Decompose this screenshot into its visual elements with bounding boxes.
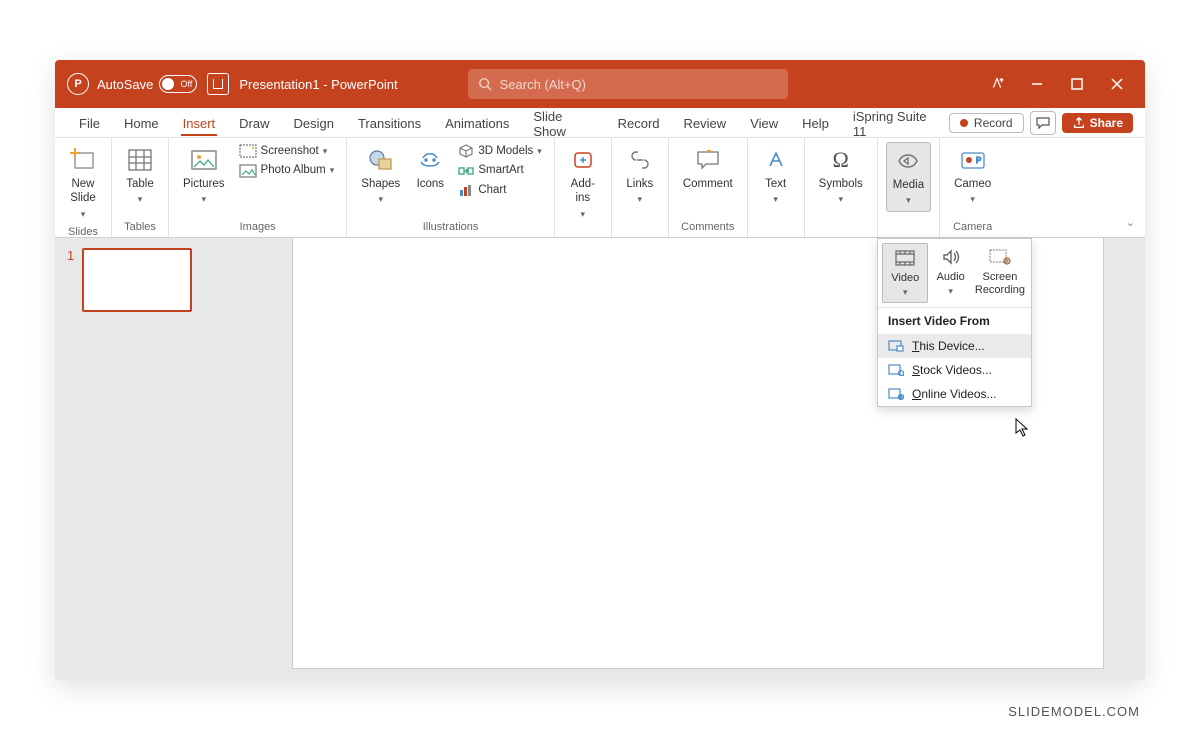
tab-slideshow[interactable]: Slide Show — [521, 103, 605, 143]
stock-videos-item[interactable]: Stock Videos... — [878, 358, 1031, 382]
icons-button[interactable]: Icons — [410, 142, 450, 195]
new-slide-button[interactable]: New Slide▾ — [63, 142, 103, 224]
group-tables: Table▾ Tables — [112, 138, 169, 237]
group-symbols: Ω Symbols▾ — [805, 138, 878, 237]
share-button[interactable]: Share — [1062, 113, 1133, 133]
comments-pane-button[interactable] — [1030, 111, 1056, 135]
collapse-ribbon-button[interactable]: ⌄ — [1126, 216, 1135, 229]
save-button[interactable] — [207, 73, 229, 95]
autosave-label: AutoSave — [97, 77, 153, 92]
minimize-button[interactable] — [1019, 66, 1055, 102]
maximize-button[interactable] — [1059, 66, 1095, 102]
tab-ispring[interactable]: iSpring Suite 11 — [841, 103, 949, 143]
photo-album-button[interactable]: Photo Album ▾ — [235, 161, 339, 179]
group-media: Media▾ — [878, 138, 940, 237]
pictures-button[interactable]: Pictures▾ — [177, 142, 231, 210]
group-slides: New Slide▾ Slides — [55, 138, 112, 237]
slide-thumbnails-pane[interactable]: 1 — [55, 238, 250, 680]
video-menu-button[interactable]: Video▾ — [882, 243, 928, 303]
close-button[interactable] — [1099, 66, 1135, 102]
ribbon-insert: New Slide▾ Slides Table▾ Tables Pictures… — [55, 138, 1145, 238]
media-dropdown: Video▾ Audio▾ Screen Recording Insert Vi… — [877, 238, 1032, 407]
comment-button[interactable]: Comment — [677, 142, 739, 195]
tab-view[interactable]: View — [738, 110, 790, 135]
smartart-button[interactable]: SmartArt — [454, 161, 546, 179]
powerpoint-window: P AutoSave Off Presentation1 - PowerPoin… — [55, 60, 1145, 680]
watermark: SLIDEMODEL.COM — [1008, 704, 1140, 719]
slide-thumbnail-1[interactable] — [82, 248, 192, 312]
tab-file[interactable]: File — [67, 110, 112, 135]
symbols-button[interactable]: Ω Symbols▾ — [813, 142, 869, 210]
screenshot-button[interactable]: Screenshot ▾ — [235, 142, 339, 160]
cameo-button[interactable]: P Cameo▾ — [948, 142, 997, 210]
tab-transitions[interactable]: Transitions — [346, 110, 433, 135]
search-placeholder: Search (Alt+Q) — [500, 77, 586, 92]
ribbon-tabs: File Home Insert Draw Design Transitions… — [55, 108, 1145, 138]
chart-button[interactable]: Chart — [454, 181, 546, 199]
audio-menu-button[interactable]: Audio▾ — [928, 243, 972, 303]
stock-icon — [888, 363, 904, 377]
text-button[interactable]: Text▾ — [756, 142, 796, 210]
record-button[interactable]: Record — [949, 113, 1024, 133]
svg-text:P: P — [976, 156, 981, 165]
media-button[interactable]: Media▾ — [886, 142, 931, 212]
group-comments: Comment Comments — [669, 138, 748, 237]
this-device-item[interactable]: This Device... — [878, 334, 1031, 358]
tab-design[interactable]: Design — [282, 110, 346, 135]
group-addins: Add- ins▾ — [555, 138, 612, 237]
tab-help[interactable]: Help — [790, 110, 841, 135]
autosave-switch[interactable]: Off — [159, 75, 197, 93]
addins-button[interactable]: Add- ins▾ — [563, 142, 603, 224]
slide-number: 1 — [67, 248, 74, 263]
tab-record[interactable]: Record — [606, 110, 672, 135]
document-title: Presentation1 - PowerPoint — [239, 77, 397, 92]
links-button[interactable]: Links▾ — [620, 142, 660, 210]
tab-insert[interactable]: Insert — [171, 110, 228, 135]
group-illustrations: Shapes▾ Icons 3D Models ▾ SmartArt — [347, 138, 555, 237]
online-icon — [888, 387, 904, 401]
tab-home[interactable]: Home — [112, 110, 171, 135]
3d-models-button[interactable]: 3D Models ▾ — [454, 142, 546, 160]
tab-review[interactable]: Review — [672, 110, 739, 135]
shapes-button[interactable]: Shapes▾ — [355, 142, 406, 210]
group-images: Pictures▾ Screenshot ▾ Photo Album ▾ Ima… — [169, 138, 347, 237]
title-bar: P AutoSave Off Presentation1 - PowerPoin… — [55, 60, 1145, 108]
screen-recording-button[interactable]: Screen Recording — [973, 243, 1027, 303]
autosave-toggle[interactable]: AutoSave Off — [97, 75, 197, 93]
ribbon-display-button[interactable] — [979, 66, 1015, 102]
group-links: Links▾ — [612, 138, 669, 237]
tab-animations[interactable]: Animations — [433, 110, 521, 135]
tab-draw[interactable]: Draw — [227, 110, 281, 135]
powerpoint-app-icon: P — [67, 73, 89, 95]
table-button[interactable]: Table▾ — [120, 142, 160, 210]
search-box[interactable]: Search (Alt+Q) — [468, 69, 788, 99]
online-videos-item[interactable]: Online Videos... — [878, 382, 1031, 406]
dropdown-header: Insert Video From — [878, 308, 1031, 334]
group-text: Text▾ — [748, 138, 805, 237]
group-camera: P Cameo▾ Camera — [940, 138, 1005, 237]
device-icon — [888, 339, 904, 353]
search-icon — [478, 77, 492, 91]
